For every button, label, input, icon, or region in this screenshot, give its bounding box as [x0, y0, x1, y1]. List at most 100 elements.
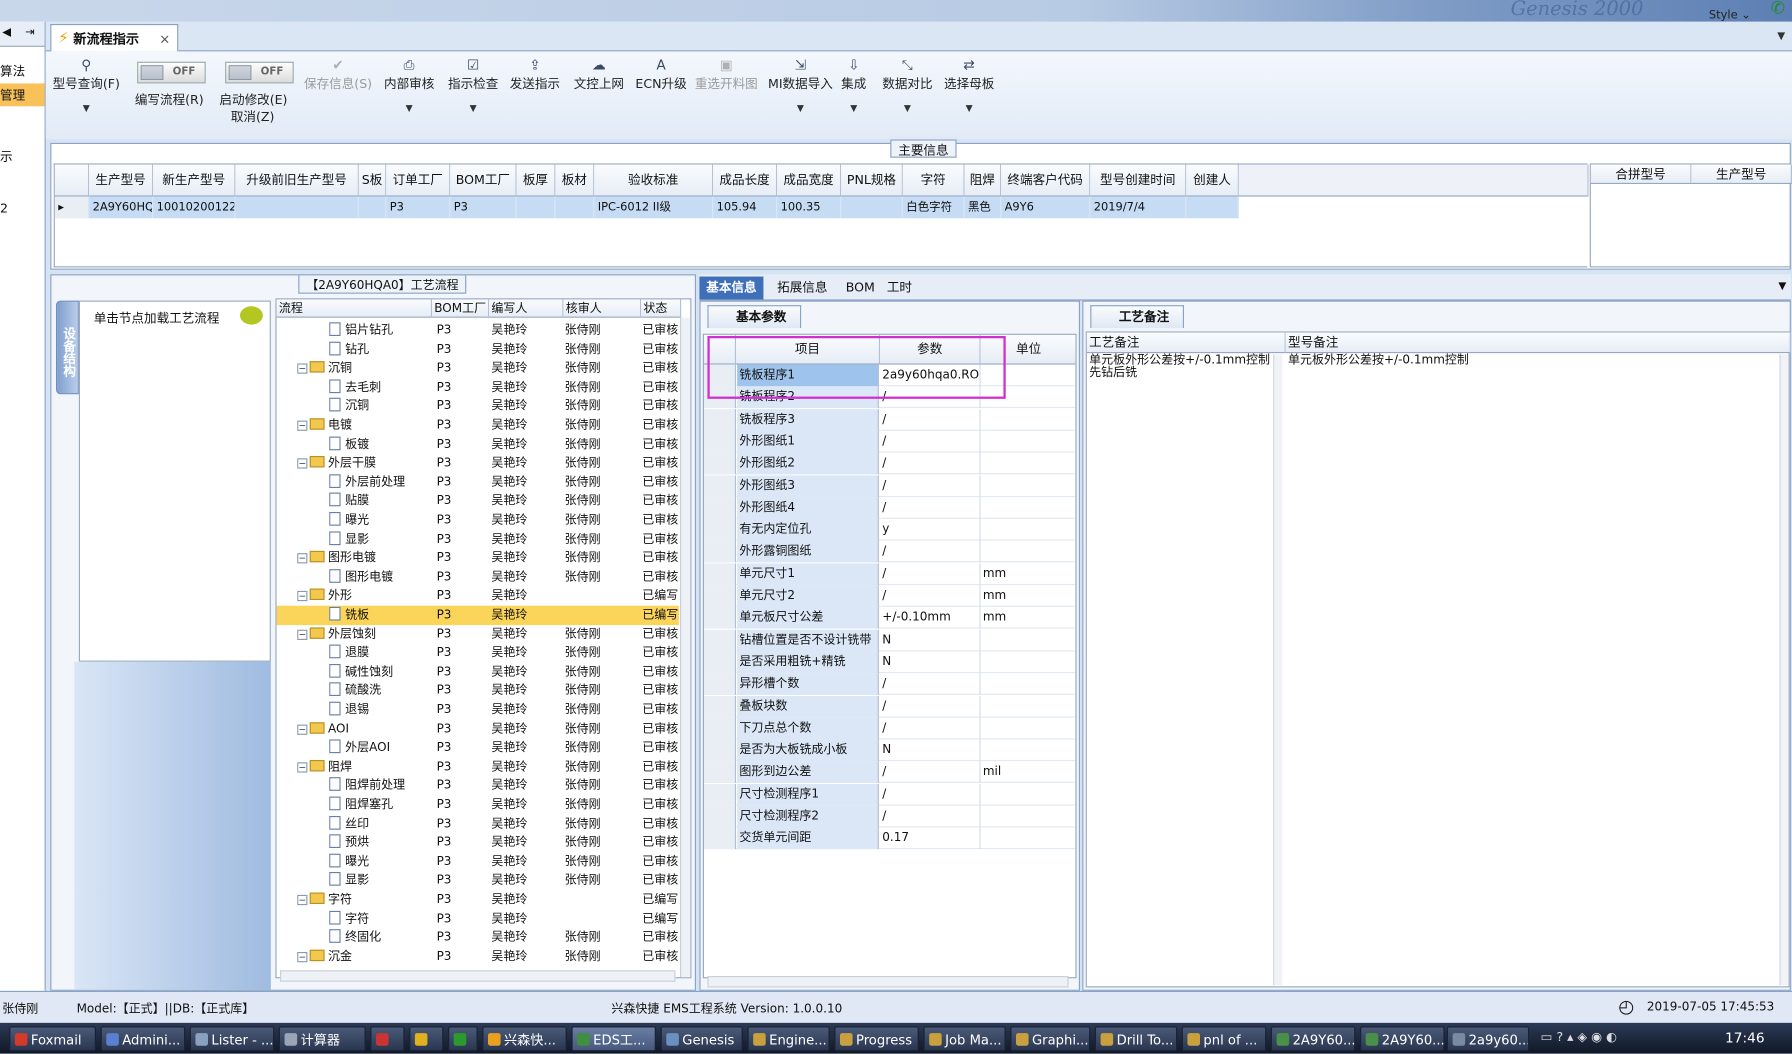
tree-node[interactable]: 终固化 [329, 928, 432, 947]
tab-hours[interactable]: 工时 [880, 277, 919, 300]
tree-node[interactable]: 显影 [329, 530, 432, 549]
edit-flow-toggle[interactable]: OFF [137, 61, 206, 84]
tree-node[interactable]: 铣板 [329, 606, 432, 625]
remarks-grid[interactable]: 工艺备注 型号备注 单元板外形公差按+/-0.1mm控制先钻后铣 单元板外形公差… [1085, 331, 1791, 988]
subtab-basic-params[interactable]: 基本参数 [707, 305, 802, 328]
param-value[interactable]: / [880, 496, 981, 519]
collapse-icon[interactable]: − [297, 629, 308, 640]
grid-cell[interactable]: P3 [450, 196, 517, 219]
tree-row[interactable]: 铣板 P3 吴艳玲 已编写 [276, 605, 679, 626]
tree-row[interactable]: 外层前处理 P3 吴艳玲 张侍刚 已审核 [277, 473, 679, 492]
tree-row[interactable]: 外层AOI P3 吴艳玲 张侍刚 已审核 [277, 738, 679, 757]
tab-basic[interactable]: 基本信息 [699, 276, 764, 300]
tree-node[interactable]: 外层AOI [329, 738, 432, 757]
tree-row[interactable]: − 电镀 P3 吴艳玲 张侍刚 已审核 [277, 416, 679, 435]
process-tree[interactable]: 流程 BOM工厂 编写人 核审人 状态 铝片钻孔 P3 吴艳玲 张侍刚 已审核 钻孔 P3 吴艳玲 张侍刚… [275, 298, 692, 979]
collapse-icon[interactable]: − [297, 363, 308, 374]
merged-model-grid[interactable]: 合拼型号 生产型号 [1589, 163, 1792, 268]
column-header[interactable]: 订单工厂 [386, 164, 451, 197]
tree-row[interactable]: 沉铜 P3 吴艳玲 张侍刚 已审核 [277, 397, 679, 416]
taskbar-item[interactable] [447, 1026, 478, 1052]
param-value[interactable]: N [880, 629, 981, 651]
chevron-down-icon[interactable]: ▼ [768, 103, 833, 113]
param-value[interactable]: / [880, 695, 981, 718]
param-value[interactable]: +/-0.10mm [880, 607, 981, 629]
grid-cell[interactable]: 2A9Y60HQA0 [89, 196, 154, 219]
tree-row[interactable]: 字符 P3 吴艳玲 已编写 [277, 909, 679, 928]
taskbar-item[interactable]: Job Ma... [923, 1026, 1006, 1052]
column-header[interactable]: 型号创建时间 [1090, 164, 1187, 197]
column-header[interactable]: 字符 [902, 164, 965, 197]
tree-node[interactable]: − 外形 [297, 587, 432, 606]
grid-cell[interactable]: 105.94 [713, 196, 778, 219]
param-value[interactable]: / [880, 474, 981, 497]
param-value[interactable]: N [880, 651, 981, 674]
param-row[interactable]: 下刀点总个数 / [703, 717, 1076, 740]
param-row[interactable]: 单元板尺寸公差 +/-0.10mm mm [703, 607, 1076, 629]
column-header[interactable]: 板厚 [516, 164, 556, 197]
grid-cell[interactable] [1186, 196, 1239, 219]
tree-node[interactable]: 图形电镀 [329, 568, 432, 587]
data-compare-button[interactable]: ⤡ 数据对比 ▼ [882, 56, 932, 113]
column-header[interactable]: S板 [358, 164, 387, 197]
model-remark-text[interactable]: 单元板外形公差按+/-0.1mm控制 [1286, 354, 1777, 367]
process-remark-text[interactable]: 单元板外形公差按+/-0.1mm控制先钻后铣 [1087, 354, 1272, 379]
param-row[interactable]: 单元尺寸2/mm [703, 585, 1076, 607]
taskbar-item[interactable] [409, 1026, 444, 1052]
tree-node[interactable]: 贴膜 [329, 492, 432, 511]
taskbar-item[interactable]: 计算器 [278, 1026, 366, 1052]
sidebar-item[interactable]: 管理 [0, 83, 45, 107]
param-row[interactable]: 外形图纸1/ [703, 430, 1076, 453]
column-header[interactable]: PNL规格 [841, 164, 903, 197]
taskbar-item[interactable]: 2A9Y60... [1270, 1026, 1356, 1052]
ecn-upgrade-button[interactable]: A ECN升级 [635, 56, 686, 93]
taskbar-item[interactable]: Drill To... [1094, 1026, 1178, 1052]
tree-row[interactable]: 阻焊塞孔 P3 吴艳玲 张侍刚 已审核 [277, 795, 679, 814]
tree-node[interactable]: 外层前处理 [329, 473, 432, 492]
mi-import-button[interactable]: ⇲ MI数据导入 ▼ [768, 56, 833, 113]
param-row[interactable]: 外形图纸3/ [703, 474, 1076, 497]
grid-cell[interactable]: 100.35 [777, 196, 842, 219]
tree-row[interactable]: 硫酸洗 P3 吴艳玲 张侍刚 已审核 [277, 682, 679, 701]
tree-node[interactable]: 显影 [329, 871, 432, 890]
collapse-icon[interactable]: − [297, 458, 308, 469]
taskbar-item[interactable]: Lister - ... [189, 1026, 275, 1052]
tree-node[interactable]: 去毛刺 [329, 378, 432, 397]
tree-row[interactable]: 贴膜 P3 吴艳玲 张侍刚 已审核 [277, 492, 679, 511]
tree-node[interactable]: 曝光 [329, 511, 432, 530]
param-value[interactable]: / [880, 563, 981, 585]
collapse-icon[interactable]: − [297, 724, 308, 735]
grid-cell[interactable]: P3 [386, 196, 451, 219]
subtab-process-remarks[interactable]: 工艺备注 [1090, 305, 1184, 328]
column-header[interactable]: 板材 [555, 164, 595, 197]
vertical-scrollbar[interactable] [1779, 354, 1789, 986]
tree-node[interactable]: − 沉铜 [297, 359, 432, 378]
param-value[interactable]: / [880, 673, 981, 696]
chevron-down-icon[interactable]: ▼ [1778, 281, 1786, 292]
column-header[interactable]: 验收标准 [594, 164, 714, 197]
close-icon[interactable]: × [159, 30, 170, 46]
horizontal-scrollbar[interactable] [707, 975, 1069, 988]
tree-row[interactable]: 铝片钻孔 P3 吴艳玲 张侍刚 已审核 [277, 321, 679, 340]
param-row[interactable]: 异形槽个数 / [703, 673, 1076, 696]
tree-row[interactable]: 丝印 P3 吴艳玲 张侍刚 已审核 [277, 814, 679, 833]
horizontal-scrollbar[interactable] [279, 970, 676, 982]
sidebar-item[interactable]: 2 [0, 199, 45, 222]
grid-cell[interactable] [358, 196, 387, 219]
tree-row[interactable]: − AOI P3 吴艳玲 张侍刚 已审核 [277, 720, 679, 739]
chevron-down-icon[interactable]: ▼ [882, 103, 932, 113]
tree-node[interactable]: − 电镀 [297, 416, 432, 435]
column-header[interactable]: BOM工厂 [450, 164, 517, 197]
param-row[interactable]: 单元尺寸1/mm [703, 563, 1076, 585]
collapse-icon[interactable]: − [297, 591, 308, 602]
param-value[interactable]: N [880, 739, 981, 762]
param-value[interactable]: / [880, 541, 981, 563]
param-value[interactable]: / [880, 717, 981, 740]
param-row[interactable]: 钻槽位置是否不设计铣带 N [703, 629, 1076, 651]
select-template-button[interactable]: ⇄ 选择母板 ▼ [944, 56, 994, 113]
print-internal-audit-button[interactable]: ⎙ 内部审核 ▼ [384, 56, 434, 113]
grid-cell[interactable] [235, 196, 359, 219]
grid-cell[interactable]: 白色字符 [902, 196, 965, 219]
taskbar-item[interactable] [370, 1026, 405, 1052]
chevron-down-icon[interactable]: ▼ [384, 103, 434, 113]
